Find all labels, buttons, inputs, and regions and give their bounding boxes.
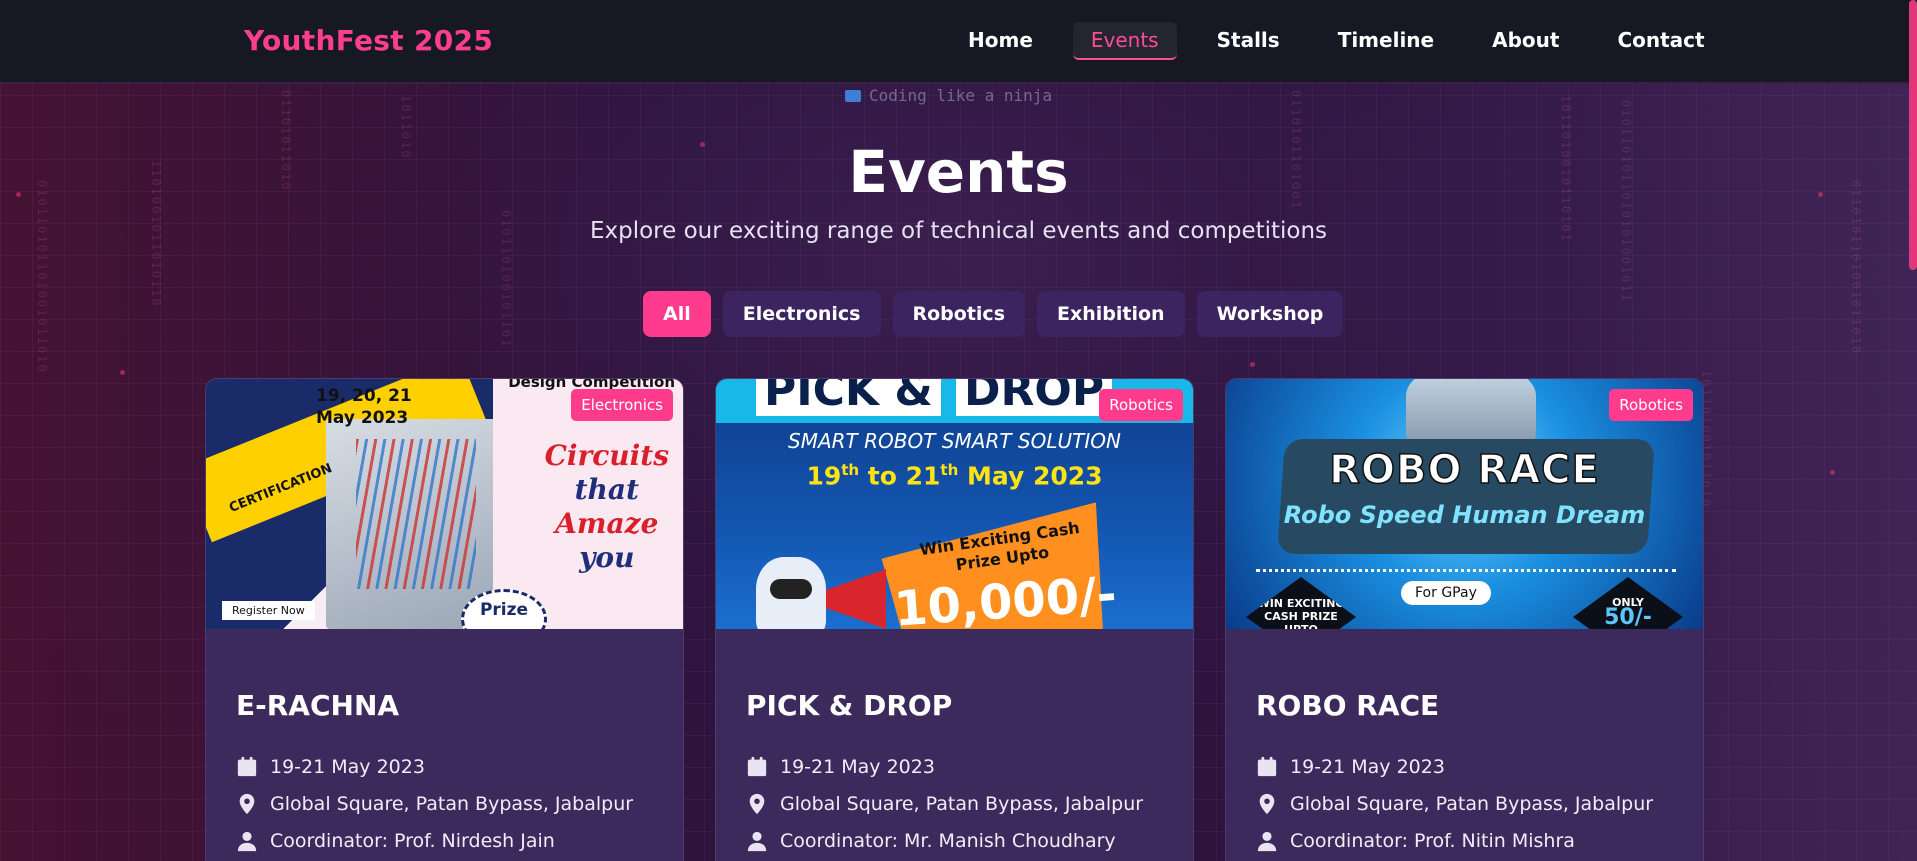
nav-link-stalls[interactable]: Stalls	[1199, 22, 1298, 60]
event-title: E-RACHNA	[236, 689, 400, 722]
event-date: 19-21 May 2023	[1256, 756, 1445, 778]
poster-tagline: SMART ROBOT SMART SOLUTION	[788, 429, 1121, 453]
category-badge: Robotics	[1099, 389, 1183, 421]
poster-gpay: For GPay	[1401, 581, 1491, 605]
filter-exhibition-button[interactable]: Exhibition	[1037, 291, 1185, 337]
filter-electronics-button[interactable]: Electronics	[722, 291, 881, 337]
megaphone-icon	[826, 569, 886, 629]
page-scrollbar[interactable]	[1909, 0, 1917, 270]
filter-all-button[interactable]: All	[643, 291, 711, 337]
poster-register: Register Now	[222, 601, 315, 620]
laptop-icon	[845, 90, 861, 102]
event-card-robo-race[interactable]: ROBO RACE Robo Speed Human Dream WIN EXC…	[1225, 378, 1704, 861]
filter-workshop-button[interactable]: Workshop	[1196, 291, 1344, 337]
page-title: Events	[848, 138, 1069, 206]
event-venue: Global Square, Patan Bypass, Jabalpur	[746, 793, 1143, 815]
poster-slogan: Circuits that Amaze you	[544, 439, 669, 574]
user-icon	[237, 831, 257, 852]
calendar-icon	[237, 756, 257, 777]
typing-banner: Coding like a ninja	[845, 86, 1052, 105]
event-venue: Global Square, Patan Bypass, Jabalpur	[1256, 793, 1653, 815]
poster-title: PICK & DROP	[756, 379, 1113, 416]
page-subtitle: Explore our exciting range of technical …	[589, 218, 1328, 244]
event-poster: PICK & DROP SMART ROBOT SMART SOLUTION 1…	[716, 379, 1193, 629]
event-card-e-rachna[interactable]: 19, 20, 21 May 2023 Design Competition CE…	[205, 378, 684, 861]
poster-win: WIN EXCITING CASH PRIZE UPTO	[1246, 577, 1356, 629]
calendar-icon	[1257, 756, 1277, 777]
robot-icon	[756, 557, 826, 629]
event-title: ROBO RACE	[1256, 689, 1440, 722]
nav-link-home[interactable]: Home	[950, 22, 1051, 60]
event-date: 19-21 May 2023	[746, 756, 935, 778]
event-coordinator: Coordinator: Prof. Nirdesh Jain	[236, 830, 555, 852]
poster-tagline: Robo Speed Human Dream	[1283, 501, 1646, 529]
event-card-pick-drop[interactable]: PICK & DROP SMART ROBOT SMART SOLUTION 1…	[715, 378, 1194, 861]
event-poster: 19, 20, 21 May 2023 Design Competition CE…	[206, 379, 683, 629]
event-cards: 19, 20, 21 May 2023 Design Competition CE…	[205, 378, 1704, 861]
location-pin-icon	[1259, 793, 1275, 815]
category-badge: Electronics	[571, 389, 673, 421]
category-badge: Robotics	[1609, 389, 1693, 421]
event-poster: ROBO RACE Robo Speed Human Dream WIN EXC…	[1226, 379, 1703, 629]
category-filters: All Electronics Robotics Exhibition Work…	[643, 291, 1344, 337]
nav-link-contact[interactable]: Contact	[1599, 22, 1722, 60]
nav-link-events[interactable]: Events	[1072, 22, 1177, 60]
calendar-icon	[747, 756, 767, 777]
brand-logo[interactable]: YouthFest 2025	[244, 24, 493, 57]
navbar: YouthFest 2025 Home Events Stalls Timeli…	[0, 0, 1917, 84]
location-pin-icon	[239, 793, 255, 815]
poster-dates: 19, 20, 21 May 2023	[316, 386, 412, 428]
event-title: PICK & DROP	[746, 689, 953, 722]
user-icon	[1257, 831, 1277, 852]
poster-title: ROBO RACE	[1328, 446, 1600, 494]
user-icon	[747, 831, 767, 852]
poster-fee: ONLY 50/-	[1573, 577, 1683, 629]
event-coordinator: Coordinator: Prof. Nitin Mishra	[1256, 830, 1575, 852]
event-date: 19-21 May 2023	[236, 756, 425, 778]
location-pin-icon	[749, 793, 765, 815]
typing-text: Coding like a ninja	[869, 86, 1053, 105]
nav-link-about[interactable]: About	[1474, 22, 1577, 60]
event-coordinator: Coordinator: Mr. Manish Choudhary	[746, 830, 1116, 852]
nav-link-timeline[interactable]: Timeline	[1320, 22, 1452, 60]
poster-dates: 19th to 21th May 2023	[806, 461, 1103, 491]
nav-links: Home Events Stalls Timeline About Contac…	[950, 22, 1723, 60]
event-venue: Global Square, Patan Bypass, Jabalpur	[236, 793, 633, 815]
filter-robotics-button[interactable]: Robotics	[892, 291, 1026, 337]
